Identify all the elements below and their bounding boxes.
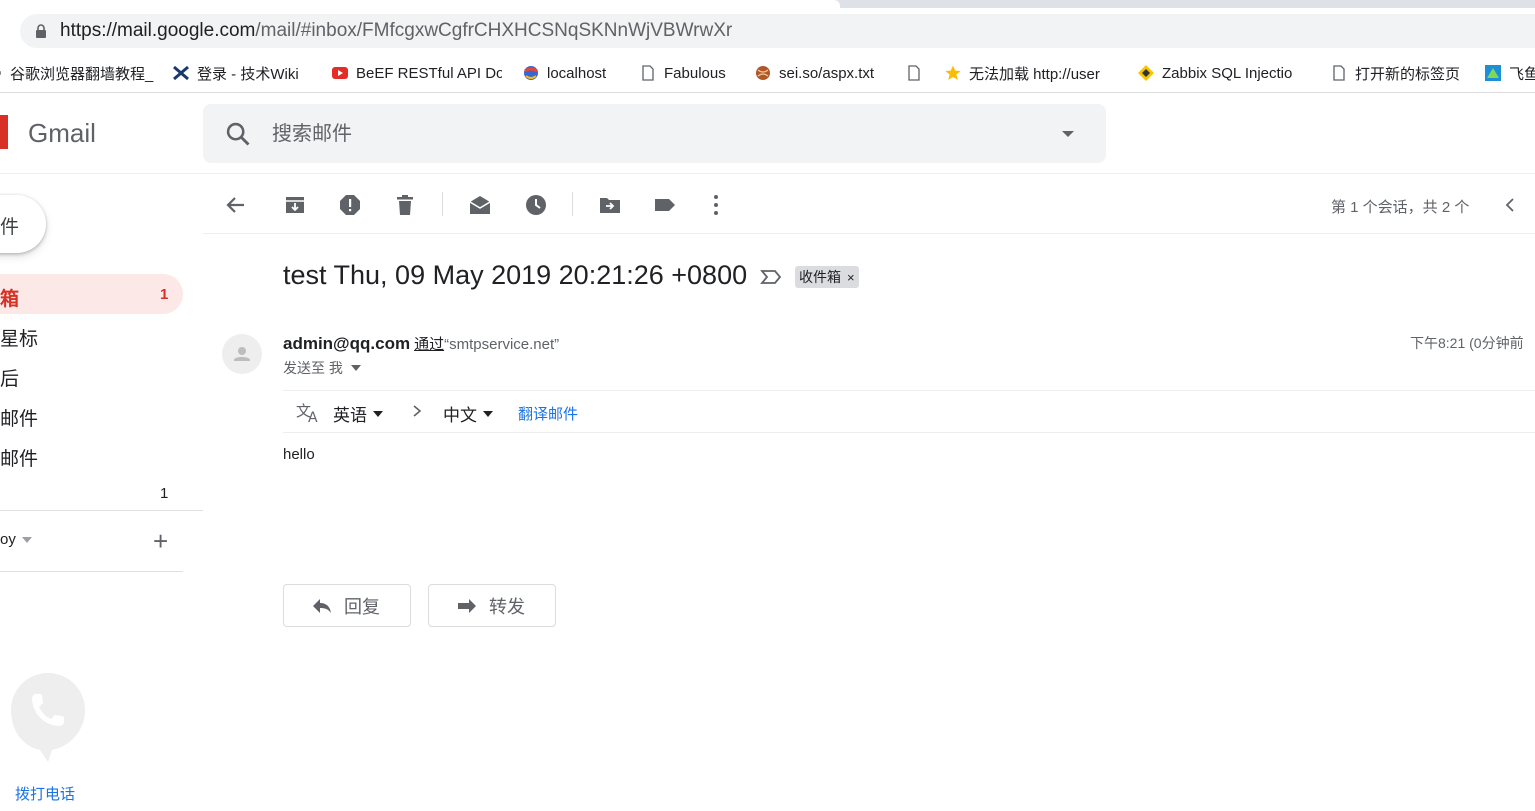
bookmark-item[interactable]: 谷歌浏览器翻墙教程_	[0, 62, 155, 84]
bookmark-item[interactable]: 飞鱼	[1485, 62, 1535, 84]
caret-down-icon	[483, 410, 493, 417]
sidebar-item-more-count[interactable]: 1	[160, 485, 168, 502]
compose-label: 件	[0, 217, 20, 238]
sidebar-divider	[0, 510, 203, 511]
youtube-icon	[332, 67, 348, 79]
ball-icon	[756, 66, 770, 80]
header-divider	[0, 173, 1535, 174]
account-label: oy	[0, 531, 16, 548]
avatar	[222, 334, 262, 374]
gmail-logo-icon[interactable]	[0, 113, 12, 151]
recipient-details[interactable]: 发送至 我	[283, 358, 361, 378]
sidebar-divider-2	[0, 571, 183, 572]
sidebar-item-inbox[interactable]	[0, 274, 183, 314]
globe-icon	[524, 66, 538, 80]
page-icon	[908, 65, 920, 81]
sender-service: “smtpservice.net”	[444, 336, 560, 353]
forward-button[interactable]: 转发	[428, 584, 556, 627]
source-language-label: 英语	[333, 406, 367, 425]
remove-label-icon[interactable]: ×	[847, 270, 855, 285]
move-to-icon[interactable]	[598, 193, 622, 217]
bookmark-item[interactable]: 无法加载 http://user	[945, 62, 1117, 84]
bookmark-item[interactable]: Zabbix SQL Injectio	[1138, 62, 1310, 84]
url-text[interactable]: https://mail.google.com/mail/#inbox/FMfc…	[60, 20, 732, 42]
zabbix-icon	[1138, 65, 1154, 81]
tab-strip	[0, 0, 1535, 8]
snooze-icon[interactable]	[524, 193, 548, 217]
page-icon	[642, 65, 654, 81]
star-icon	[945, 65, 961, 80]
bookmark-folder-icon	[0, 71, 1, 75]
reply-icon	[313, 598, 331, 613]
sidebar-item-inbox-label: 箱	[0, 289, 20, 310]
message-subject: test Thu, 09 May 2019 20:21:26 +0800	[283, 260, 748, 290]
search-icon[interactable]	[224, 120, 252, 148]
bookmark-item[interactable]: BeEF RESTful API Do	[332, 62, 502, 84]
reply-label: 回复	[344, 596, 380, 617]
toolbar-divider	[203, 233, 1535, 234]
caret-down-icon	[21, 536, 32, 543]
bookmark-item[interactable]: sei.so/aspx.txt	[755, 62, 890, 84]
inbox-label-chip: 收件箱 ×	[795, 266, 859, 288]
translate-divider-top	[283, 390, 1535, 391]
translate-divider-bottom	[283, 432, 1535, 433]
search-options-icon[interactable]	[1058, 126, 1078, 142]
toolbar-separator	[572, 192, 573, 216]
sidebar-item-starred[interactable]: 星标	[0, 324, 38, 351]
forward-icon	[458, 598, 476, 613]
label-icon[interactable]	[653, 193, 677, 217]
bookmark-item[interactable]: 登录 - 技术Wiki	[173, 62, 313, 84]
pagination-text: 第 1 个会话，共 2 个	[1331, 199, 1470, 216]
lock-icon	[36, 24, 46, 38]
caret-down-icon	[373, 410, 383, 417]
add-chat-button[interactable]: +	[153, 527, 168, 555]
message-time: 下午8:21 (0分钟前	[1410, 335, 1524, 351]
svg-text:A: A	[308, 410, 318, 424]
bookmark-item[interactable]: 打开新的标签页	[1331, 62, 1471, 84]
sender-email[interactable]: admin@qq.com	[283, 334, 410, 353]
person-icon	[234, 347, 250, 361]
search-input[interactable]	[270, 117, 974, 151]
gmail-logo-text[interactable]: Gmail	[28, 118, 96, 149]
bookmark-item[interactable]: Fabulous	[640, 62, 740, 84]
back-icon[interactable]	[224, 193, 248, 217]
more-options-icon[interactable]	[704, 193, 728, 217]
mark-unread-icon[interactable]	[468, 193, 492, 217]
sidebar-item-inbox-count: 1	[160, 286, 169, 303]
target-language-select[interactable]: 中文	[443, 401, 493, 426]
bookmark-item[interactable]	[906, 62, 930, 84]
app-icon	[1485, 65, 1501, 81]
importance-marker-icon[interactable]	[760, 268, 782, 286]
recipient-text: 发送至 我	[283, 360, 343, 376]
translate-icon: 文 A	[296, 402, 318, 424]
caret-down-icon	[350, 365, 361, 371]
via-link[interactable]: 通过	[414, 336, 444, 353]
reply-button[interactable]: 回复	[283, 584, 411, 627]
chevron-left-icon[interactable]	[1500, 195, 1520, 215]
archive-icon[interactable]	[283, 193, 307, 217]
sidebar-item-sent[interactable]: 邮件	[0, 404, 38, 431]
target-language-label: 中文	[443, 406, 477, 425]
sender-line: admin@qq.com 通过“smtpservice.net”	[283, 333, 559, 354]
toolbar-separator	[442, 192, 443, 216]
chevron-right-icon	[413, 405, 422, 417]
phone-icon[interactable]	[10, 672, 86, 762]
label-text: 收件箱	[799, 269, 841, 285]
wiki-icon	[173, 65, 189, 81]
page-icon	[1333, 65, 1345, 81]
account-switcher[interactable]: oy	[0, 531, 32, 548]
message-body: hello	[283, 446, 315, 463]
call-link[interactable]: 拨打电话	[15, 783, 75, 804]
delete-icon[interactable]	[393, 193, 417, 217]
forward-label: 转发	[489, 596, 525, 617]
bookmark-item[interactable]: localhost	[523, 62, 623, 84]
source-language-select[interactable]: 英语	[333, 401, 383, 426]
sidebar-item-snoozed[interactable]: 后	[0, 364, 19, 391]
report-spam-icon[interactable]	[338, 193, 362, 217]
sidebar-item-drafts[interactable]: 邮件	[0, 444, 38, 471]
translate-message-link[interactable]: 翻译邮件	[518, 403, 578, 424]
